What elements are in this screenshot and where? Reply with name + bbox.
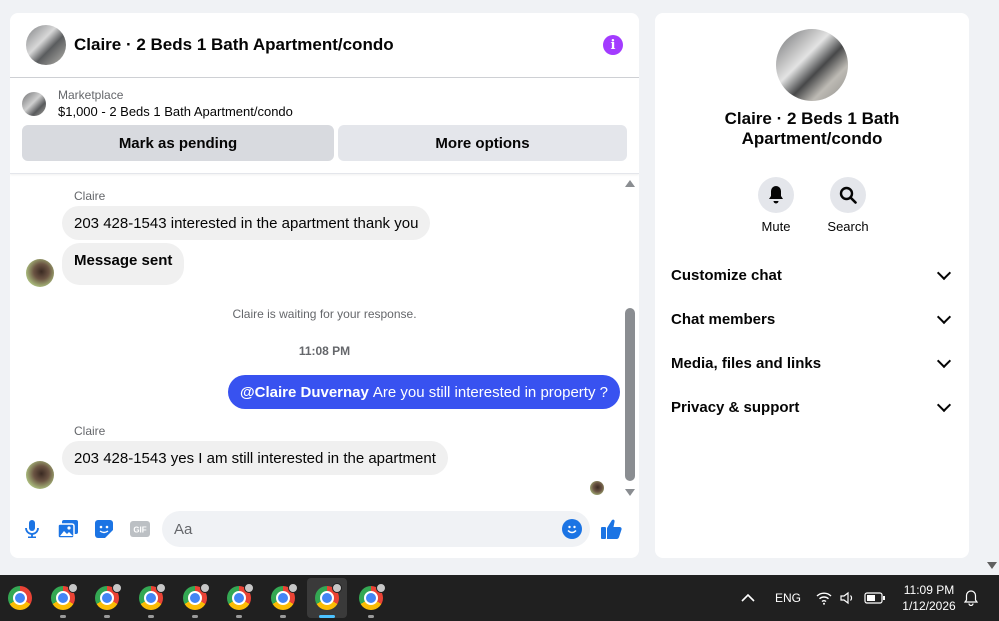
mark-as-pending-button[interactable]: Mark as pending (22, 125, 334, 161)
show-hidden-icons-icon[interactable] (741, 575, 755, 621)
menu-item-label: Media, files and links (671, 354, 822, 372)
menu-privacy-support[interactable]: Privacy & support (655, 385, 969, 429)
page-scroll-down-arrow-icon[interactable] (987, 562, 997, 569)
listing-thumbnail[interactable] (22, 91, 46, 116)
chrome-icon (51, 583, 78, 610)
system-clock[interactable]: 11:09 PM 1/12/2026 (896, 582, 962, 614)
taskbar-chrome-app[interactable] (219, 575, 259, 621)
chrome-icon (359, 583, 386, 610)
chevron-down-icon (936, 397, 952, 413)
battery-icon[interactable] (864, 575, 886, 621)
mute-label: Mute (761, 219, 791, 234)
message-timestamp: 11:08 PM (298, 344, 351, 358)
chevron-down-icon (936, 353, 952, 369)
menu-media-files-links[interactable]: Media, files and links (655, 341, 969, 385)
sender-avatar[interactable] (26, 461, 54, 489)
clock-time: 11:09 PM (903, 583, 955, 597)
read-receipt-avatar (590, 481, 604, 495)
chrome-icon (95, 583, 122, 610)
chrome-icon (271, 583, 298, 610)
search-icon[interactable] (830, 177, 866, 213)
listing-kind: Marketplace (58, 88, 124, 102)
search-label: Search (827, 219, 869, 234)
microphone-icon[interactable] (22, 519, 42, 539)
language-indicator[interactable]: ENG (775, 575, 801, 621)
mute-action[interactable]: Mute (758, 177, 794, 234)
chat-title[interactable]: Claire · 2 Beds 1 Bath Apartment/condo (74, 35, 603, 55)
gif-icon[interactable]: GIF (130, 519, 150, 539)
taskbar-chrome-app[interactable] (175, 575, 215, 621)
chevron-down-icon (936, 265, 952, 281)
message-bubble[interactable]: Message sent (62, 243, 185, 285)
taskbar-chrome-app[interactable] (131, 575, 171, 621)
photo-icon[interactable] (58, 519, 78, 539)
mention[interactable]: @Claire Duvernay (240, 384, 369, 401)
info-panel: Claire · 2 Beds 1 Bath Apartment/condo M… (655, 13, 969, 558)
more-options-button[interactable]: More options (338, 125, 627, 161)
composer: GIF (10, 509, 639, 549)
chat-header: Claire · 2 Beds 1 Bath Apartment/condo i (10, 13, 639, 78)
taskbar-chrome-app[interactable] (87, 575, 127, 621)
my-message-bubble[interactable]: @Claire Duvernay Are you still intereste… (228, 375, 620, 409)
menu-item-label: Customize chat (671, 266, 782, 284)
menu-item-label: Chat members (671, 310, 776, 328)
scroll-up-arrow-icon[interactable] (625, 180, 635, 187)
message-bubble[interactable]: 203 428-1543 interested in the apartment… (62, 206, 431, 240)
sticker-icon[interactable] (94, 519, 114, 539)
volume-icon[interactable] (840, 575, 856, 621)
wifi-icon[interactable] (816, 575, 832, 621)
message-sender: Claire (74, 189, 106, 203)
message-list[interactable]: Claire 203 428-1543 interested in the ap… (10, 175, 639, 497)
chrome-icon (227, 583, 254, 610)
info-menu: Customize chat Chat members Media, files… (655, 253, 969, 429)
taskbar-chrome-app-active[interactable] (307, 578, 347, 618)
message-scrollbar[interactable] (624, 178, 636, 498)
taskbar: ENG 11:09 PM 1/12/2026 (0, 575, 999, 621)
menu-chat-members[interactable]: Chat members (655, 297, 969, 341)
info-icon[interactable]: i (603, 35, 623, 55)
chrome-icon (315, 583, 342, 610)
bell-icon[interactable] (758, 177, 794, 213)
notification-bell-icon[interactable] (964, 575, 978, 621)
message-bubble[interactable]: 203 428-1543 yes I am still interested i… (62, 441, 448, 475)
emoji-icon[interactable] (562, 519, 582, 539)
message-input[interactable] (162, 511, 590, 547)
info-title: Claire · 2 Beds 1 Bath Apartment/condo (724, 109, 900, 148)
taskbar-chrome-app[interactable] (263, 575, 303, 621)
clock-date: 1/12/2026 (902, 599, 956, 613)
chrome-icon (139, 583, 166, 610)
chrome-icon (183, 583, 210, 610)
waiting-notice: Claire is waiting for your response. (232, 307, 417, 321)
message-sender: Claire (74, 424, 106, 438)
message-text: Are you still interested in property ? (372, 383, 608, 401)
taskbar-chrome-app[interactable] (351, 575, 391, 621)
menu-item-label: Privacy & support (671, 398, 800, 416)
chevron-down-icon (936, 309, 952, 325)
thumbs-up-icon[interactable] (600, 517, 624, 541)
taskbar-chrome-app[interactable] (0, 575, 40, 621)
sender-avatar[interactable] (26, 259, 54, 287)
gif-label: GIF (133, 526, 146, 535)
chrome-icon (8, 586, 32, 610)
scroll-thumb[interactable] (625, 308, 635, 481)
menu-customize-chat[interactable]: Customize chat (655, 253, 969, 297)
listing-card: Marketplace $1,000 - 2 Beds 1 Bath Apart… (10, 78, 639, 174)
taskbar-chrome-app[interactable] (43, 575, 83, 621)
search-action[interactable]: Search (827, 177, 869, 234)
scroll-down-arrow-icon[interactable] (625, 489, 635, 496)
chat-panel: Claire · 2 Beds 1 Bath Apartment/condo i… (10, 13, 639, 558)
listing-profile-photo[interactable] (776, 29, 848, 101)
info-actions: Mute Search (655, 177, 969, 234)
listing-price-title[interactable]: $1,000 - 2 Beds 1 Bath Apartment/condo (58, 104, 293, 119)
listing-avatar[interactable] (26, 25, 66, 65)
